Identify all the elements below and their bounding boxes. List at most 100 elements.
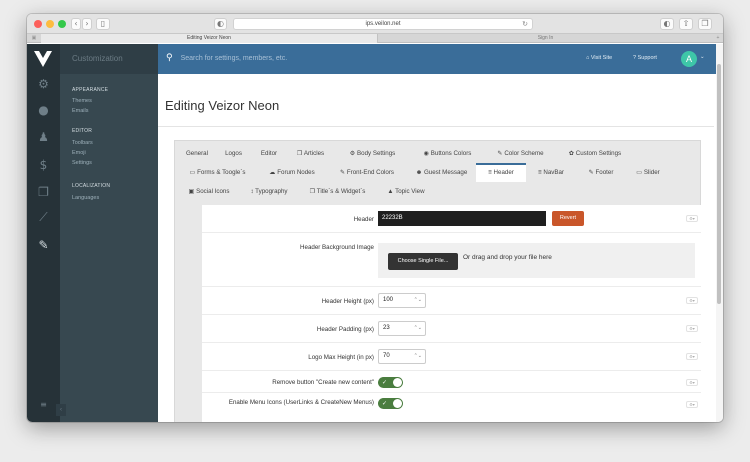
pinned-tab-icon[interactable]: ▣ <box>27 34 41 43</box>
chevron-down-icon[interactable]: ⌄ <box>700 54 705 60</box>
sidebar-item-themes[interactable]: Themes <box>72 98 92 104</box>
sidebar-item-languages[interactable]: Languages <box>72 195 99 201</box>
stepper-arrows-icon[interactable]: ⌃⌄ <box>414 350 422 363</box>
tab-forms-toggles[interactable]: ▭ Forms & Toogle`s <box>178 163 257 182</box>
tab-general[interactable]: General <box>178 144 216 163</box>
reload-icon[interactable]: ↻ <box>522 19 528 30</box>
header-padding-label: Header Padding (px) <box>316 326 374 333</box>
tab-titles-widgets[interactable]: ❐ Title`s & Widget`s <box>298 182 377 201</box>
sidebar-item-emoji[interactable]: Emoji <box>72 150 86 156</box>
logo-max-height-stepper[interactable]: 70 ⌃⌄ <box>378 349 426 364</box>
search-input[interactable]: ⚲ Search for settings, members, etc. <box>166 53 287 63</box>
sidebar-brand: Customization <box>60 44 158 74</box>
file-drop-zone[interactable]: Choose Single File... Or drag and drop y… <box>378 243 695 278</box>
cogs-icon[interactable]: ⚙ <box>27 77 60 91</box>
social-icons-icon: ▣ <box>188 188 195 195</box>
support-link[interactable]: ? Support <box>633 55 657 61</box>
logo-icon[interactable] <box>34 51 52 67</box>
sidebar-toggle-icon[interactable]: ▯ <box>96 18 110 30</box>
tab-forum-nodes-label: Forum Nodes <box>277 169 315 176</box>
visit-site-link[interactable]: ⌂ Visit Site <box>586 55 612 61</box>
row-options-icon[interactable]: ⚙▾ <box>686 215 698 222</box>
slider-icon: ▭ <box>636 169 643 176</box>
sidebar-item-settings[interactable]: Settings <box>72 160 92 166</box>
tab-editor[interactable]: Editor <box>251 144 287 163</box>
scrollbar-thumb[interactable] <box>717 64 721 304</box>
avatar[interactable]: A <box>681 51 697 67</box>
sidebar-item-emails[interactable]: Emails <box>72 108 89 114</box>
tab-body-settings-label: Body Settings <box>357 150 396 157</box>
choose-file-button[interactable]: Choose Single File... <box>388 253 458 270</box>
tab-forms-toggles-label: Forms & Toogle`s <box>197 169 246 176</box>
tab-front-end-colors-label: Front-End Colors <box>346 169 395 176</box>
tab-body-settings[interactable]: ⚙ Body Settings <box>334 144 411 163</box>
stepper-arrows-icon[interactable]: ⌃⌄ <box>414 322 422 335</box>
tab-guest-message[interactable]: ☻ Guest Message <box>407 163 476 182</box>
stepper-arrows-icon[interactable]: ⌃⌄ <box>414 294 422 307</box>
share-icon[interactable]: ⇧ <box>679 18 693 30</box>
collapse-sidebar-icon[interactable]: ‹ <box>56 404 66 416</box>
chart-icon[interactable]: ⟋ <box>27 210 60 225</box>
downloads-icon[interactable]: ◐ <box>660 18 674 30</box>
row-options-icon[interactable]: ⚙▾ <box>686 379 698 386</box>
chat-icon[interactable]: ● <box>27 103 60 117</box>
custom-settings-icon: ✿ <box>568 150 575 157</box>
new-tab-icon[interactable]: + <box>713 34 723 43</box>
tab-forum-nodes[interactable]: ☁ Forum Nodes <box>257 163 327 182</box>
tab-slider[interactable]: ▭ Slider <box>626 163 670 182</box>
revert-button[interactable]: Revert <box>552 211 584 226</box>
maximize-window-button[interactable] <box>58 20 66 28</box>
check-icon: ✓ <box>382 379 388 386</box>
tab-custom-settings[interactable]: ✿ Custom Settings <box>557 144 633 163</box>
tab-articles[interactable]: ❐ Articles <box>287 144 334 163</box>
privacy-icon[interactable]: ◐ <box>214 18 227 30</box>
tab-navbar[interactable]: ≡ NavBar <box>526 163 576 182</box>
tab-color-scheme[interactable]: ✎ Color Scheme <box>484 144 557 163</box>
forward-icon[interactable]: › <box>82 18 92 30</box>
remove-button-toggle[interactable]: ✓ <box>378 377 403 388</box>
browser-tab-editing[interactable]: Editing Veizor Neon <box>41 34 377 43</box>
scrollbar[interactable] <box>716 44 723 422</box>
row-bg-image: Header Background Image Choose Single Fi… <box>202 233 701 287</box>
tab-topic-view[interactable]: ▲ Topic View <box>377 182 435 201</box>
tab-logos[interactable]: Logos <box>216 144 251 163</box>
tab-color-scheme-label: Color Scheme <box>504 150 544 157</box>
tab-buttons-colors[interactable]: ◉ Buttons Colors <box>411 144 484 163</box>
address-bar[interactable]: ips.veilon.net ↻ <box>233 18 533 30</box>
browser-tab-signin[interactable]: Sign In <box>377 34 713 43</box>
visit-site-label: Visit Site <box>590 55 613 61</box>
header-padding-stepper[interactable]: 23 ⌃⌄ <box>378 321 426 336</box>
tab-social-icons[interactable]: ▣ Social Icons <box>178 182 240 201</box>
header-height-stepper[interactable]: 100 ⌃⌄ <box>378 293 426 308</box>
icon-rail: ⚙ ● ♟ $ ❐ ⟋ ✎ ≡ <box>27 44 60 422</box>
row-options-icon[interactable]: ⚙▾ <box>686 401 698 408</box>
tab-front-end-colors[interactable]: ✎ Front-End Colors <box>327 163 407 182</box>
drop-hint: Or drag and drop your file here <box>463 254 552 261</box>
sidebar-item-toolbars[interactable]: Toolbars <box>72 140 93 146</box>
copy-icon[interactable]: ❐ <box>27 185 60 199</box>
minimize-window-button[interactable] <box>46 20 54 28</box>
tab-footer[interactable]: ✎ Footer <box>576 163 626 182</box>
close-window-button[interactable] <box>34 20 42 28</box>
logo-max-height-value: 70 <box>383 353 390 359</box>
tab-header[interactable]: ≡ Header <box>476 163 526 182</box>
brush-icon[interactable]: ✎ <box>27 238 60 252</box>
logo-max-height-label: Logo Max Height (in px) <box>308 354 374 361</box>
header-settings-form: Header 22232B Revert ⚙▾ Header Backgroun… <box>202 205 701 422</box>
titles-widgets-icon: ❐ <box>309 188 316 195</box>
row-options-icon[interactable]: ⚙▾ <box>686 353 698 360</box>
toggle-knob <box>393 399 402 408</box>
header-color-input[interactable]: 22232B <box>378 211 546 226</box>
back-icon[interactable]: ‹ <box>71 18 81 30</box>
tab-slider-label: Slider <box>643 169 660 176</box>
support-label: Support <box>637 55 657 61</box>
tab-typography[interactable]: ↕ Typography <box>240 182 298 201</box>
row-options-icon[interactable]: ⚙▾ <box>686 297 698 304</box>
user-icon[interactable]: ♟ <box>27 130 60 144</box>
dollar-icon[interactable]: $ <box>27 158 60 172</box>
tab-header-label: Header <box>493 169 514 176</box>
row-options-icon[interactable]: ⚙▾ <box>686 325 698 332</box>
menu-icons-toggle[interactable]: ✓ <box>378 398 403 409</box>
tabs-icon[interactable]: ❐ <box>698 18 712 30</box>
url-text: ips.veilon.net <box>365 21 401 27</box>
